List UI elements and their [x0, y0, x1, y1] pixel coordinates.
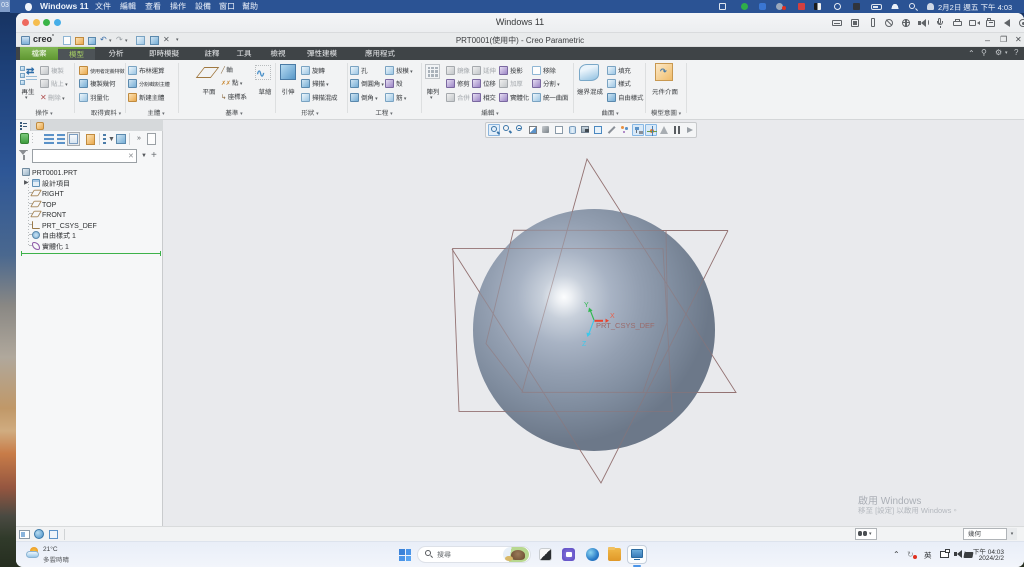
- svg-text:Z: Z: [582, 341, 587, 348]
- svg-text:X: X: [610, 313, 615, 320]
- svg-text:PRT_CSYS_DEF: PRT_CSYS_DEF: [596, 321, 655, 330]
- svg-text:Y: Y: [584, 302, 589, 309]
